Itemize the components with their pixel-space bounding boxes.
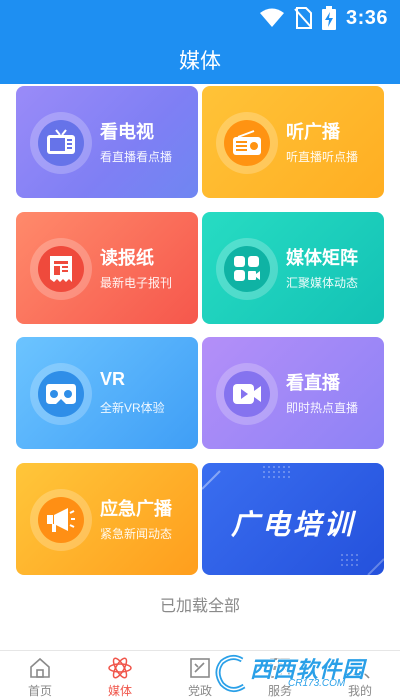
tab-label: 媒体	[107, 684, 132, 698]
battery-charging-icon	[321, 6, 336, 30]
card-subtitle: 即时热点直播	[286, 401, 359, 415]
card-title: 应急广播	[100, 499, 172, 519]
broadcast-training-card[interactable]: 广电培训	[202, 463, 384, 575]
card-title: 媒体矩阵	[286, 248, 358, 268]
home-icon	[30, 657, 50, 678]
card-subtitle: 紧急新闻动态	[100, 527, 173, 541]
vr-headset-icon	[46, 384, 76, 404]
watermark: 西西软件园 CR173.COM	[210, 650, 380, 700]
card-title: 看电视	[100, 122, 154, 142]
listen-radio-card[interactable]: 听广播 听直播听点播	[202, 86, 384, 198]
tab-label: 党政	[187, 684, 212, 698]
status-icons: 3:36	[259, 6, 388, 30]
live-video-icon	[233, 384, 261, 404]
tv-icon	[47, 129, 75, 154]
read-newspaper-card[interactable]: 读报纸 最新电子报刊	[16, 212, 198, 324]
no-sim-icon	[294, 7, 312, 29]
watch-live-card[interactable]: 看直播 即时热点直播	[202, 337, 384, 449]
card-subtitle: 全新VR体验	[100, 401, 165, 415]
tab-home[interactable]: 首页	[0, 651, 80, 700]
emergency-broadcast-card[interactable]: 应急广播 紧急新闻动态	[16, 463, 198, 575]
card-subtitle: 汇聚媒体动态	[286, 276, 359, 290]
page-title: 媒体	[179, 50, 221, 73]
wifi-icon	[259, 8, 284, 27]
card-title: 听广播	[286, 122, 340, 142]
newspaper-icon	[50, 256, 72, 282]
media-matrix-card[interactable]: 媒体矩阵 汇聚媒体动态	[202, 212, 384, 324]
card-title: 广电培训	[230, 509, 355, 540]
app-header: 媒体	[0, 36, 400, 84]
watch-tv-card[interactable]: 看电视 看直播看点播	[16, 86, 198, 198]
card-subtitle: 听直播听点播	[286, 150, 359, 164]
party-icon	[190, 658, 210, 678]
watermark-url: CR173.COM	[288, 678, 346, 689]
media-matrix-icon	[234, 256, 260, 281]
tab-label: 首页	[27, 684, 52, 698]
media-icon	[108, 657, 132, 679]
card-title: VR	[100, 369, 126, 389]
vr-card[interactable]: VR 全新VR体验	[16, 337, 198, 449]
card-subtitle: 看直播看点播	[100, 150, 173, 164]
status-time: 3:36	[345, 6, 388, 29]
radio-icon	[233, 130, 261, 155]
card-title: 读报纸	[100, 248, 154, 268]
tab-media[interactable]: 媒体	[80, 651, 160, 700]
card-title: 看直播	[286, 373, 340, 393]
card-subtitle: 最新电子报刊	[100, 276, 173, 290]
megaphone-icon	[47, 508, 75, 532]
status-bar: 3:36	[0, 0, 400, 36]
all-loaded-text: 已加载全部	[159, 598, 240, 615]
watermark-logo-icon	[215, 654, 246, 692]
